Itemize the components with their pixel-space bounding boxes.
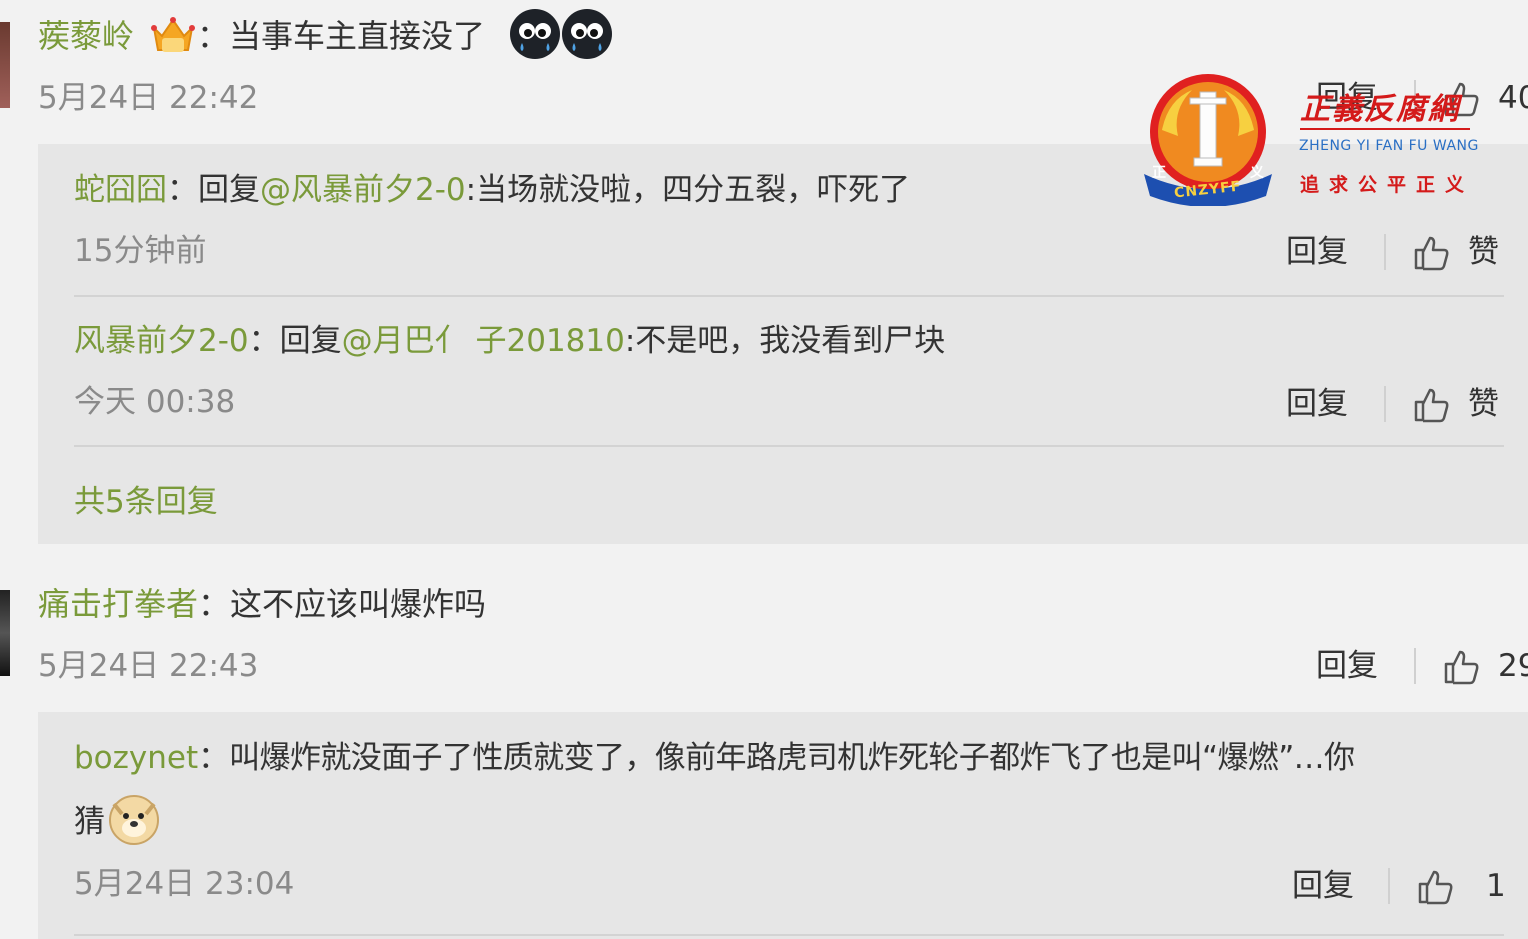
like-icon[interactable] [1412, 232, 1452, 272]
avatar[interactable] [0, 590, 10, 676]
watermark-pinyin: ZHENG YI FAN FU WANG [1299, 138, 1479, 154]
divider [74, 295, 1504, 297]
reply-username-link[interactable]: 风暴前夕2-0 [74, 323, 249, 359]
like-count: 29 [1498, 648, 1528, 684]
reply-item: 蛇囧囧：回复@风暴前夕2-0:当场就没啦，四分五裂，吓死了 [74, 170, 910, 210]
like-icon[interactable] [1416, 866, 1456, 906]
divider [74, 445, 1504, 447]
like-count: 1 [1486, 868, 1506, 904]
reply-item: 风暴前夕2-0：回复@月巴亻 子201810:不是吧，我没看到尸块 [74, 321, 945, 361]
reply-username-link[interactable]: 蛇囧囧 [74, 172, 167, 208]
reply-text: :不是吧，我没看到尸块 [624, 323, 946, 359]
reply-button[interactable]: 回复 [1292, 866, 1354, 906]
reply-prefix: 回复 [279, 323, 342, 359]
doge-emoji-icon [109, 795, 159, 845]
reply-button[interactable]: 回复 [1286, 232, 1348, 272]
divider [1384, 386, 1386, 422]
watermark-divider [1300, 128, 1470, 130]
reply-button[interactable]: 回复 [1286, 384, 1348, 424]
like-count: 40 [1498, 80, 1528, 116]
divider [74, 934, 1504, 936]
reply-button[interactable]: 回复 [1316, 646, 1378, 686]
timestamp: 5月24日 23:04 [74, 866, 295, 902]
more-replies-link[interactable]: 共5条回复 [74, 476, 218, 521]
reply-text: :当场就没啦，四分五裂，吓死了 [465, 172, 911, 208]
mention-link[interactable]: @风暴前夕2-0 [260, 172, 466, 208]
reply-username-link[interactable]: bozynet [74, 740, 198, 776]
separator: ： [167, 172, 198, 208]
comment-header: 痛击打拳者：这不应该叫爆炸吗 [38, 584, 486, 624]
avatar[interactable] [0, 22, 10, 108]
watermark-title: 正義反腐網 [1300, 92, 1460, 127]
reply-text-continued: 猜 [74, 804, 105, 840]
comment-text-row: ：当事车主直接没了 [197, 16, 485, 56]
watermark-badge-right: 义 [1250, 165, 1264, 181]
watermark-badge-left: 正 [1152, 165, 1166, 181]
timestamp: 5月24日 22:42 [38, 80, 259, 116]
like-icon[interactable] [1412, 384, 1452, 424]
watermark-slogan: 追求公平正义 [1300, 174, 1475, 196]
username-link[interactable]: 蒺藜岭 [38, 17, 134, 55]
crying-face-icon [562, 9, 612, 59]
separator: ： [197, 17, 230, 55]
reply-item: bozynet：叫爆炸就没面子了性质就变了，像前年路虎司机炸死轮子都炸飞了也是叫… [74, 738, 1355, 778]
comment-header: 蒺藜岭 [38, 16, 134, 56]
divider [1414, 648, 1416, 684]
timestamp: 今天 00:38 [74, 384, 236, 420]
like-icon[interactable] [1442, 646, 1482, 686]
separator: ： [198, 585, 231, 623]
comment-text: 这不应该叫爆炸吗 [230, 585, 487, 623]
reply-text: 叫爆炸就没面子了性质就变了，像前年路虎司机炸死轮子都炸飞了也是叫“爆燃”…你 [229, 740, 1355, 776]
divider [1384, 234, 1386, 270]
divider [1388, 868, 1390, 904]
like-button[interactable]: 赞 [1468, 232, 1499, 272]
like-button[interactable]: 赞 [1468, 384, 1499, 424]
separator: ： [248, 323, 280, 359]
reply-prefix: 回复 [198, 172, 260, 208]
crown-icon[interactable] [150, 14, 196, 56]
watermark-logo: CNZYFF 正 义 [1140, 70, 1276, 207]
separator: ： [198, 740, 230, 776]
timestamp: 5月24日 22:43 [38, 648, 259, 684]
mention-link[interactable]: @月巴亻 子201810 [342, 323, 625, 359]
comment-text: 当事车主直接没了 [229, 17, 486, 55]
timestamp: 15分钟前 [74, 233, 207, 269]
username-link[interactable]: 痛击打拳者 [38, 585, 198, 623]
crying-face-icon [510, 9, 560, 59]
